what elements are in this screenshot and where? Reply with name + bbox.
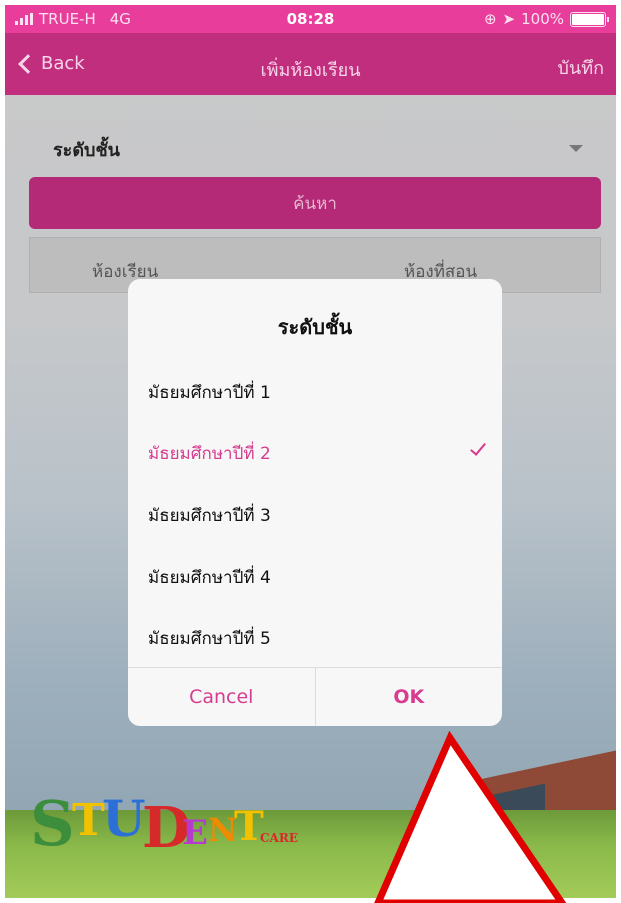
- option-grade-2[interactable]: มัธยมศึกษาปีที่ 2: [128, 422, 502, 482]
- option-grade-4[interactable]: มัธยมศึกษาปีที่ 4: [128, 546, 502, 606]
- option-grade-1[interactable]: มัธยมศึกษาปีที่ 1: [128, 361, 502, 421]
- option-grade-5[interactable]: มัธยมศึกษาปีที่ 5: [128, 607, 502, 667]
- status-right: ⊕ ➤ 100%: [483, 10, 609, 28]
- rotation-lock-icon: ⊕: [483, 10, 497, 28]
- ok-button[interactable]: OK: [316, 668, 503, 726]
- annotation-triangle: [374, 730, 567, 903]
- option-grade-3[interactable]: มัธยมศึกษาปีที่ 3: [128, 484, 502, 544]
- battery-fill: [572, 13, 604, 25]
- dialog-title: ระดับชั้น: [277, 315, 353, 339]
- level-select[interactable]: ระดับชั้น: [53, 135, 593, 163]
- annotation-arrow: [374, 730, 567, 903]
- option-label: มัธยมศึกษาปีที่ 4: [148, 568, 271, 588]
- search-button[interactable]: ค้นหา: [29, 177, 601, 229]
- option-label: มัธยมศึกษาปีที่ 2: [148, 444, 271, 464]
- checkmark-icon: [470, 439, 486, 456]
- option-label: มัธยมศึกษาปีที่ 3: [148, 506, 271, 526]
- nav-bar: Back เพิ่มห้องเรียน บันทึก: [5, 33, 616, 95]
- battery-icon: [570, 11, 609, 27]
- option-label: มัธยมศึกษาปีที่ 5: [148, 629, 271, 649]
- option-label: มัธยมศึกษาปีที่ 1: [148, 383, 271, 403]
- level-picker-dialog: ระดับชั้น มัธยมศึกษาปีที่ 1 มัธยมศึกษาปี…: [128, 279, 502, 726]
- status-bar: TRUE-H 4G 08:28 ⊕ ➤ 100%: [5, 5, 616, 33]
- battery-percent: 100%: [521, 10, 564, 28]
- dialog-actions: Cancel OK: [128, 667, 502, 726]
- save-button[interactable]: บันทึก: [558, 53, 605, 82]
- caret-down-icon: [569, 145, 583, 152]
- level-select-label: ระดับชั้น: [53, 140, 120, 161]
- student-care-logo: S T U D E N T CARE: [30, 787, 298, 861]
- page-title: เพิ่มห้องเรียน: [260, 60, 361, 81]
- location-arrow-icon: ➤: [502, 10, 516, 28]
- cancel-button[interactable]: Cancel: [128, 668, 316, 726]
